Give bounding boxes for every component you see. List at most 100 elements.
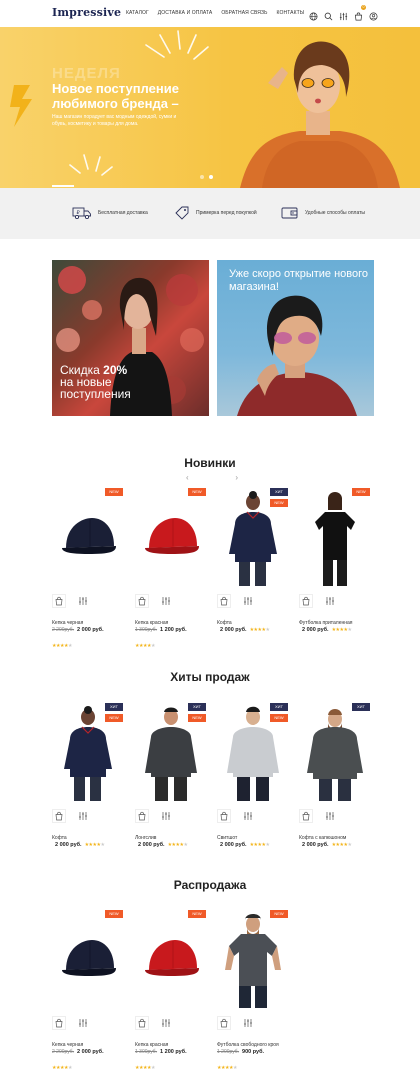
- product-actions: [217, 809, 255, 823]
- product-name[interactable]: Футболка приталенная: [299, 620, 353, 626]
- product-card[interactable]: NEW Футболка свободного кроя 1 200руб. 9…: [217, 910, 288, 1071]
- product-badges: ХИТ NEW: [188, 703, 206, 722]
- add-to-cart-button[interactable]: [217, 1016, 231, 1030]
- product-card[interactable]: NEW Кепка красная 1 300руб. 1 200 руб. ★…: [135, 488, 206, 649]
- product-price: 2 000 руб.: [220, 842, 247, 848]
- new-badge: NEW: [188, 488, 206, 496]
- product-name[interactable]: Кепка черная: [52, 620, 83, 626]
- add-to-cart-button[interactable]: [217, 809, 231, 823]
- product-name[interactable]: Футболка свободного кроя: [217, 1042, 279, 1048]
- product-card[interactable]: NEW Кепка красная 1 300руб. 1 200 руб. ★…: [135, 910, 206, 1071]
- product-rating-row: ★★★★★: [52, 634, 72, 652]
- nav-contacts[interactable]: КОНТАКТЫ: [277, 10, 305, 16]
- product-image[interactable]: [135, 488, 206, 588]
- feature-payment: Удобные способы оплаты: [281, 206, 365, 220]
- product-old-price: 2 200руб.: [52, 627, 75, 633]
- compare-icon[interactable]: [339, 8, 348, 21]
- product-card[interactable]: NEW Футболка приталенная 2 000 руб. ★★★★…: [299, 488, 370, 648]
- user-icon[interactable]: [369, 8, 378, 21]
- nav-feedback[interactable]: ОБРАТНАЯ СВЯЗЬ: [221, 10, 267, 16]
- hit-badge: ХИТ: [270, 488, 288, 496]
- product-image[interactable]: [52, 910, 123, 1010]
- slider-dot-1[interactable]: [200, 175, 204, 179]
- truck-icon: ₽: [72, 207, 91, 220]
- nav-delivery[interactable]: ДОСТАВКА И ОПЛАТА: [158, 10, 213, 16]
- new-badge: NEW: [270, 910, 288, 918]
- product-image[interactable]: [52, 488, 123, 588]
- product-prices: 1 300руб. 1 200 руб.: [135, 1049, 190, 1055]
- logo[interactable]: Impressive: [52, 6, 121, 19]
- promo-discount-banner[interactable]: Скидка 20% на новые поступления: [52, 260, 209, 416]
- slider-dot-2[interactable]: [209, 175, 213, 179]
- product-badges: NEW: [270, 910, 288, 918]
- globe-icon[interactable]: [309, 8, 318, 21]
- add-to-cart-button[interactable]: [52, 809, 66, 823]
- arrow-left-icon[interactable]: ‹: [186, 473, 189, 482]
- product-name[interactable]: Лонгслив: [135, 835, 156, 841]
- product-card[interactable]: ХИТ NEW Кофта 2 000 руб. ★★★★★: [217, 488, 288, 648]
- add-to-cart-button[interactable]: [299, 809, 313, 823]
- product-price: 2 000 руб.: [138, 842, 165, 848]
- product-image[interactable]: [135, 910, 206, 1010]
- compare-button[interactable]: [323, 809, 337, 823]
- product-name[interactable]: Кепка черная: [52, 1042, 83, 1048]
- add-to-cart-button[interactable]: [52, 1016, 66, 1030]
- compare-button[interactable]: [159, 594, 173, 608]
- compare-button[interactable]: [241, 809, 255, 823]
- product-image[interactable]: [299, 703, 370, 803]
- compare-button[interactable]: [323, 594, 337, 608]
- new-badge: NEW: [270, 714, 288, 722]
- product-card[interactable]: NEW Кепка черная 2 200руб. 2 000 руб. ★★…: [52, 910, 123, 1071]
- search-icon[interactable]: [324, 8, 333, 21]
- promo-new-store-banner[interactable]: Уже скоро открытие нового магазина!: [217, 260, 374, 416]
- compare-button[interactable]: [159, 1016, 173, 1030]
- new-badge: NEW: [188, 910, 206, 918]
- product-name[interactable]: Кофта: [52, 835, 67, 841]
- hero-banner[interactable]: НЕДЕЛЯ Новое поступление любимого бренда…: [0, 27, 420, 188]
- arrow-right-icon[interactable]: ›: [235, 473, 238, 482]
- add-to-cart-button[interactable]: [52, 594, 66, 608]
- product-name[interactable]: Кофта: [217, 620, 232, 626]
- product-name[interactable]: Кепка красная: [135, 1042, 168, 1048]
- product-badges: NEW: [105, 488, 123, 496]
- compare-button[interactable]: [76, 1016, 90, 1030]
- product-badges: ХИТ NEW: [270, 703, 288, 722]
- product-old-price: 1 300руб.: [135, 627, 158, 633]
- product-name[interactable]: Свитшот: [217, 835, 237, 841]
- compare-button[interactable]: [159, 809, 173, 823]
- cart-icon[interactable]: 0: [354, 5, 366, 21]
- novelties-carousel-arrows: ‹ ›: [186, 473, 238, 482]
- product-image[interactable]: [217, 910, 288, 1010]
- product-rating-row: ★★★★★: [135, 634, 155, 652]
- product-badges: ХИТ NEW: [105, 703, 123, 722]
- section-title-hits: Хиты продаж: [170, 670, 250, 684]
- add-to-cart-button[interactable]: [299, 594, 313, 608]
- product-card[interactable]: ХИТ Кофта с капюшоном 2 000 руб. ★★★★★: [299, 703, 370, 863]
- product-actions: [135, 1016, 173, 1030]
- product-image-red-cap: [145, 940, 199, 976]
- compare-button[interactable]: [241, 1016, 255, 1030]
- product-name[interactable]: Кофта с капюшоном: [299, 835, 346, 841]
- compare-button[interactable]: [76, 809, 90, 823]
- add-to-cart-button[interactable]: [135, 594, 149, 608]
- product-rating-stars: ★★★★★: [249, 842, 270, 848]
- product-image[interactable]: [299, 488, 370, 588]
- nav-catalog[interactable]: КАТАЛОГ: [126, 10, 149, 16]
- cart-count-badge: 0: [361, 5, 366, 10]
- compare-button[interactable]: [241, 594, 255, 608]
- add-to-cart-button[interactable]: [217, 594, 231, 608]
- product-card[interactable]: NEW Кепка черная 2 200руб. 2 000 руб. ★★…: [52, 488, 123, 649]
- product-name[interactable]: Кепка красная: [135, 620, 168, 626]
- product-actions: [135, 809, 173, 823]
- wallet-icon: [281, 207, 298, 219]
- product-card[interactable]: ХИТ NEW Лонгслив 2 000 руб. ★★★★★: [135, 703, 206, 863]
- product-prices: 1 200руб. 900 руб.: [217, 1049, 267, 1055]
- compare-button[interactable]: [76, 594, 90, 608]
- promo-discount-line3: поступления: [60, 387, 131, 401]
- feature-delivery: ₽ Бесплатная доставка: [72, 206, 148, 220]
- product-card[interactable]: ХИТ NEW Свитшот 2 000 руб. ★★★★★: [217, 703, 288, 863]
- add-to-cart-button[interactable]: [135, 1016, 149, 1030]
- add-to-cart-button[interactable]: [135, 809, 149, 823]
- product-price: 2 000 руб.: [302, 842, 329, 848]
- product-card[interactable]: ХИТ NEW Кофта 2 000 руб. ★★★★★: [52, 703, 123, 863]
